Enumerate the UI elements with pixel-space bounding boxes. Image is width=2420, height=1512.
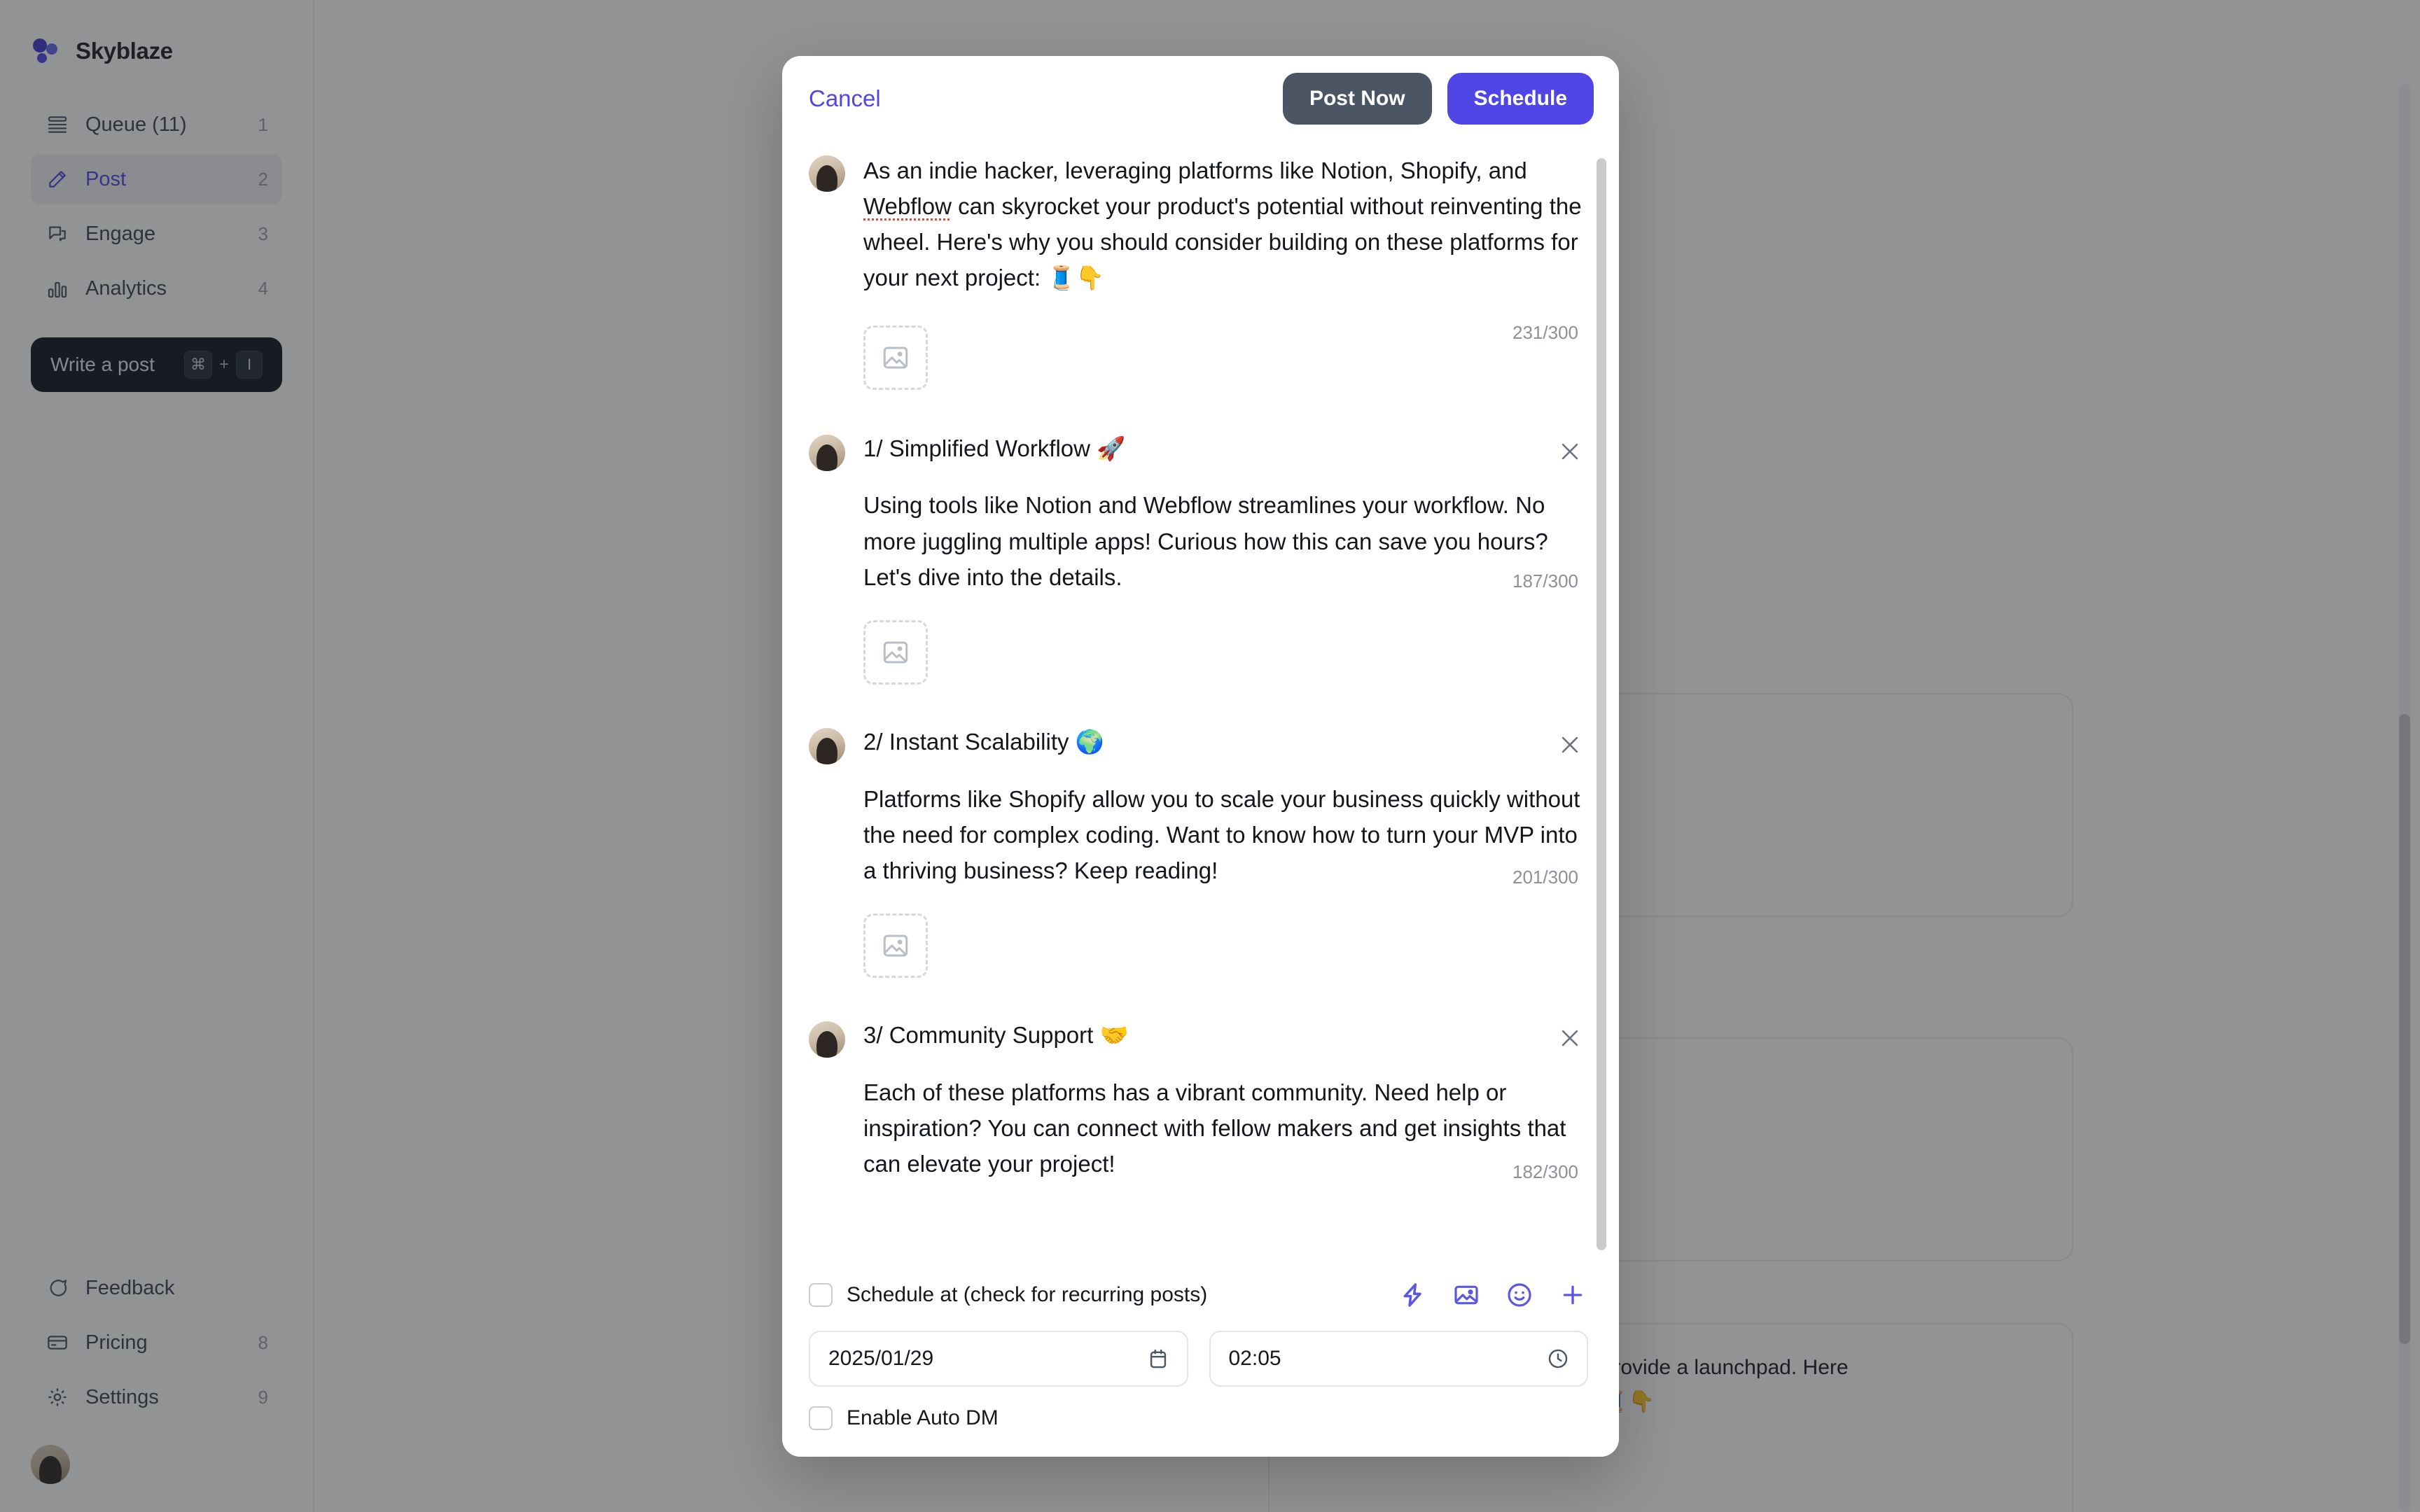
remove-post-button[interactable] [1555, 1023, 1585, 1054]
calendar-icon[interactable] [1146, 1347, 1170, 1371]
date-field[interactable] [809, 1331, 1188, 1387]
modal-scrollbar-thumb[interactable] [1597, 158, 1606, 1250]
post-title[interactable]: 3/ Community Support 🤝 [863, 1018, 1588, 1052]
post-text[interactable]: Using tools like Notion and Webflow stre… [863, 487, 1588, 594]
post-text-pre: As an indie hacker, leveraging platforms… [863, 158, 1527, 183]
image-placeholder-icon [883, 641, 908, 664]
post-row: 2/ Instant Scalability 🌍 Platforms like … [809, 725, 1588, 888]
auto-dm-row[interactable]: Enable Auto DM [809, 1406, 1588, 1430]
composer-tools [1398, 1280, 1588, 1310]
char-counter: 182/300 [1512, 1161, 1578, 1183]
time-input[interactable] [1228, 1347, 1569, 1371]
auto-dm-checkbox[interactable] [809, 1406, 833, 1430]
post-main[interactable]: 2/ Instant Scalability 🌍 Platforms like … [863, 725, 1588, 888]
char-counter: 201/300 [1512, 866, 1578, 888]
post-main[interactable]: 1/ Simplified Workflow 🚀 Using tools lik… [863, 432, 1588, 595]
post-title[interactable]: 2/ Instant Scalability 🌍 [863, 725, 1588, 759]
post-block: As an indie hacker, leveraging platforms… [809, 141, 1588, 390]
plus-icon[interactable] [1557, 1280, 1588, 1310]
clock-icon[interactable] [1546, 1347, 1570, 1371]
close-icon [1562, 1030, 1578, 1046]
post-text-post: can skyrocket your product's potential w… [863, 193, 1582, 291]
image-placeholder-icon [883, 346, 908, 369]
modal-footer: Schedule at (check for recurring posts) [782, 1255, 1619, 1457]
cancel-button[interactable]: Cancel [809, 85, 881, 112]
post-row: 3/ Community Support 🤝 Each of these pla… [809, 1018, 1588, 1182]
remove-post-button[interactable] [1555, 436, 1585, 467]
schedule-checkbox-group[interactable]: Schedule at (check for recurring posts) [809, 1283, 1207, 1307]
char-counter: 187/300 [1512, 570, 1578, 592]
time-field[interactable] [1209, 1331, 1588, 1387]
footer-schedule-row: Schedule at (check for recurring posts) [809, 1272, 1588, 1318]
image-placeholder-icon [883, 934, 908, 957]
post-misspelled-word: Webflow [863, 193, 952, 220]
post-row: As an indie hacker, leveraging platforms… [809, 153, 1588, 296]
image-upload-slot[interactable] [863, 913, 928, 979]
post-now-button[interactable]: Post Now [1282, 73, 1432, 125]
post-text[interactable]: Each of these platforms has a vibrant co… [863, 1074, 1588, 1182]
date-input[interactable] [828, 1347, 1169, 1371]
posts-scroll-area[interactable]: As an indie hacker, leveraging platforms… [782, 141, 1619, 1255]
post-text[interactable]: Platforms like Shopify allow you to scal… [863, 781, 1588, 888]
post-text[interactable]: As an indie hacker, leveraging platforms… [863, 153, 1588, 296]
schedule-fields [809, 1331, 1588, 1387]
char-counter: 231/300 [1512, 322, 1578, 343]
compose-post-modal: Cancel Post Now Schedule As an indie hac… [782, 56, 1619, 1457]
post-main[interactable]: 3/ Community Support 🤝 Each of these pla… [863, 1018, 1588, 1182]
image-upload-slot[interactable] [863, 620, 928, 685]
post-title[interactable]: 1/ Simplified Workflow 🚀 [863, 432, 1588, 465]
close-icon [1562, 443, 1578, 459]
avatar [809, 155, 845, 192]
post-block: 3/ Community Support 🤝 Each of these pla… [809, 978, 1588, 1182]
close-icon [1562, 736, 1578, 753]
post-block: 1/ Simplified Workflow 🚀 Using tools lik… [809, 390, 1588, 685]
image-icon[interactable] [1451, 1280, 1482, 1310]
schedule-checkbox[interactable] [809, 1283, 833, 1307]
avatar [809, 1021, 845, 1058]
schedule-button[interactable]: Schedule [1447, 73, 1594, 125]
schedule-checkbox-label: Schedule at (check for recurring posts) [847, 1283, 1208, 1306]
emoji-smiley-icon[interactable] [1504, 1280, 1535, 1310]
post-block: 2/ Instant Scalability 🌍 Platforms like … [809, 685, 1588, 979]
modal-header: Cancel Post Now Schedule [782, 56, 1619, 141]
image-upload-slot[interactable] [863, 325, 928, 390]
lightning-bolt-icon[interactable] [1398, 1280, 1428, 1310]
auto-dm-label: Enable Auto DM [847, 1406, 999, 1429]
post-row: 1/ Simplified Workflow 🚀 Using tools lik… [809, 432, 1588, 595]
post-main[interactable]: As an indie hacker, leveraging platforms… [863, 153, 1588, 296]
remove-post-button[interactable] [1555, 729, 1585, 760]
avatar [809, 727, 845, 764]
modal-header-actions: Post Now Schedule [1282, 73, 1594, 125]
avatar [809, 434, 845, 471]
